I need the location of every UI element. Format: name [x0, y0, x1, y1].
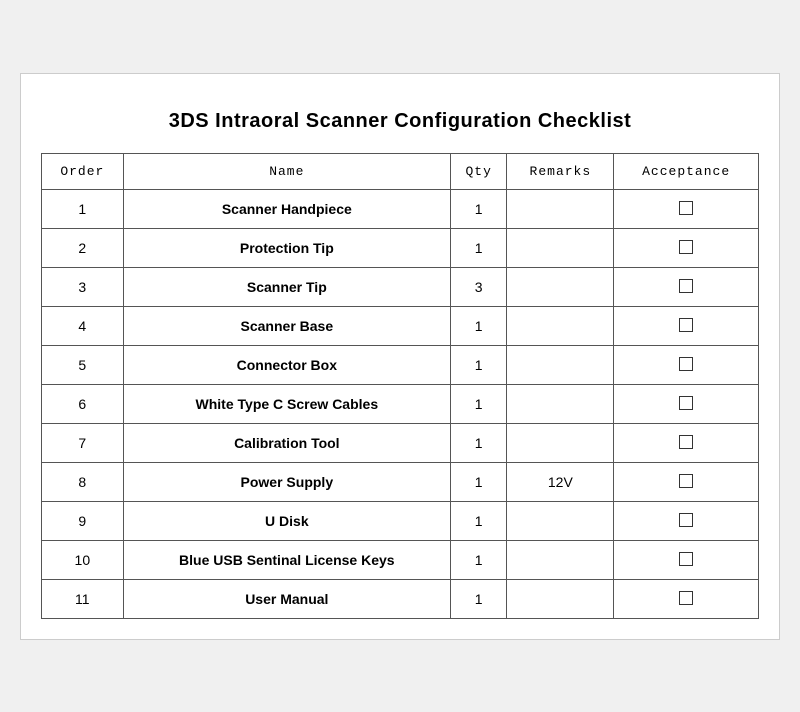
table-row: 7Calibration Tool1	[42, 423, 759, 462]
cell-name: White Type C Screw Cables	[123, 384, 450, 423]
table-row: 1Scanner Handpiece1	[42, 189, 759, 228]
acceptance-checkbox[interactable]	[679, 396, 693, 410]
col-name: Name	[123, 153, 450, 189]
cell-order: 9	[42, 501, 124, 540]
cell-remarks: 12V	[507, 462, 614, 501]
cell-qty: 1	[450, 306, 506, 345]
table-row: 11User Manual1	[42, 579, 759, 618]
col-qty: Qty	[450, 153, 506, 189]
cell-order: 11	[42, 579, 124, 618]
cell-acceptance[interactable]	[614, 540, 759, 579]
cell-order: 1	[42, 189, 124, 228]
acceptance-checkbox[interactable]	[679, 435, 693, 449]
table-body: 1Scanner Handpiece12Protection Tip13Scan…	[42, 189, 759, 618]
table-row: 6White Type C Screw Cables1	[42, 384, 759, 423]
acceptance-checkbox[interactable]	[679, 357, 693, 371]
cell-acceptance[interactable]	[614, 267, 759, 306]
table-row: 8Power Supply112V	[42, 462, 759, 501]
table-row: 4Scanner Base1	[42, 306, 759, 345]
table-row: 10Blue USB Sentinal License Keys1	[42, 540, 759, 579]
cell-acceptance[interactable]	[614, 306, 759, 345]
cell-qty: 1	[450, 540, 506, 579]
cell-order: 2	[42, 228, 124, 267]
acceptance-checkbox[interactable]	[679, 474, 693, 488]
cell-remarks	[507, 384, 614, 423]
cell-qty: 1	[450, 345, 506, 384]
cell-qty: 3	[450, 267, 506, 306]
table-header-row: Order Name Qty Remarks Acceptance	[42, 153, 759, 189]
acceptance-checkbox[interactable]	[679, 513, 693, 527]
cell-acceptance[interactable]	[614, 345, 759, 384]
checklist-container: 3DS Intraoral Scanner Configuration Chec…	[20, 73, 780, 640]
cell-name: Calibration Tool	[123, 423, 450, 462]
cell-order: 4	[42, 306, 124, 345]
cell-remarks	[507, 579, 614, 618]
cell-qty: 1	[450, 579, 506, 618]
cell-remarks	[507, 423, 614, 462]
cell-name: Scanner Base	[123, 306, 450, 345]
cell-qty: 1	[450, 228, 506, 267]
cell-order: 10	[42, 540, 124, 579]
cell-order: 8	[42, 462, 124, 501]
cell-remarks	[507, 540, 614, 579]
cell-acceptance[interactable]	[614, 228, 759, 267]
cell-name: Protection Tip	[123, 228, 450, 267]
table-row: 2Protection Tip1	[42, 228, 759, 267]
cell-name: Blue USB Sentinal License Keys	[123, 540, 450, 579]
cell-remarks	[507, 306, 614, 345]
checklist-table: Order Name Qty Remarks Acceptance 1Scann…	[41, 153, 759, 619]
cell-name: Power Supply	[123, 462, 450, 501]
cell-remarks	[507, 345, 614, 384]
checklist-title: 3DS Intraoral Scanner Configuration Chec…	[41, 94, 759, 153]
cell-remarks	[507, 189, 614, 228]
cell-acceptance[interactable]	[614, 579, 759, 618]
cell-name: Scanner Tip	[123, 267, 450, 306]
cell-order: 6	[42, 384, 124, 423]
acceptance-checkbox[interactable]	[679, 240, 693, 254]
cell-qty: 1	[450, 501, 506, 540]
table-row: 9U Disk1	[42, 501, 759, 540]
col-remarks: Remarks	[507, 153, 614, 189]
table-row: 3Scanner Tip3	[42, 267, 759, 306]
cell-remarks	[507, 267, 614, 306]
cell-order: 7	[42, 423, 124, 462]
cell-acceptance[interactable]	[614, 423, 759, 462]
cell-name: Connector Box	[123, 345, 450, 384]
cell-qty: 1	[450, 384, 506, 423]
cell-name: Scanner Handpiece	[123, 189, 450, 228]
acceptance-checkbox[interactable]	[679, 318, 693, 332]
cell-acceptance[interactable]	[614, 189, 759, 228]
cell-remarks	[507, 228, 614, 267]
cell-acceptance[interactable]	[614, 501, 759, 540]
col-acceptance: Acceptance	[614, 153, 759, 189]
cell-acceptance[interactable]	[614, 384, 759, 423]
acceptance-checkbox[interactable]	[679, 552, 693, 566]
cell-name: U Disk	[123, 501, 450, 540]
cell-qty: 1	[450, 462, 506, 501]
cell-qty: 1	[450, 189, 506, 228]
acceptance-checkbox[interactable]	[679, 201, 693, 215]
acceptance-checkbox[interactable]	[679, 279, 693, 293]
table-row: 5Connector Box1	[42, 345, 759, 384]
cell-acceptance[interactable]	[614, 462, 759, 501]
cell-order: 3	[42, 267, 124, 306]
cell-order: 5	[42, 345, 124, 384]
col-order: Order	[42, 153, 124, 189]
cell-qty: 1	[450, 423, 506, 462]
acceptance-checkbox[interactable]	[679, 591, 693, 605]
cell-name: User Manual	[123, 579, 450, 618]
cell-remarks	[507, 501, 614, 540]
